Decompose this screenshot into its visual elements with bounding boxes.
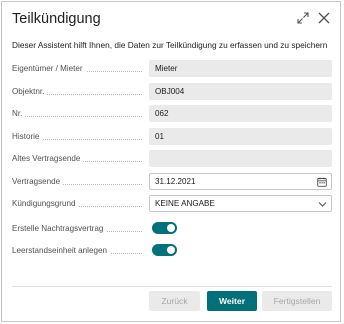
field-label: Vertragsende (12, 176, 147, 186)
back-button[interactable]: Zurück (149, 291, 200, 311)
finish-button[interactable]: Fertigstellen (262, 291, 332, 311)
kuendigungsgrund-value: KEINE ANGABE (155, 199, 215, 208)
expand-icon[interactable] (296, 11, 310, 25)
altes-vertragsende-field (149, 150, 332, 167)
field-label: Altes Vertragsende (12, 154, 147, 163)
toggle-label: Leerstandseinheit anlegen (12, 246, 147, 255)
toggle-knob (167, 224, 175, 232)
field-label: Nr. (12, 109, 147, 118)
dialog-title: Teilkündigung (12, 11, 101, 27)
toggle-row-leerstandseinheit: Leerstandseinheit anlegen (2, 242, 340, 260)
nr-field: 062 (149, 105, 332, 122)
dialog-description: Dieser Assistent hilft Ihnen, die Daten … (12, 40, 328, 50)
field-label: Historie (12, 131, 147, 141)
objektnr-field: OBJ004 (149, 82, 332, 100)
nachtragsvertrag-toggle[interactable] (152, 222, 177, 234)
field-row-historie: Historie 01 (2, 127, 340, 146)
vertragsende-input[interactable]: 31.12.2021 (149, 172, 332, 190)
footer-divider (12, 286, 332, 287)
toggle-row-nachtragsvertrag: Erstelle Nachtragsvertrag (2, 220, 340, 238)
leerstandseinheit-toggle[interactable] (152, 244, 177, 256)
field-row-eigentuemer-mieter: Eigentümer / Mieter Mieter (2, 60, 340, 78)
historie-field: 01 (149, 127, 332, 145)
dialog-header: Teilkündigung (2, 2, 340, 34)
field-row-objektnr: Objektnr. OBJ004 (2, 82, 340, 101)
field-row-nr: Nr. 062 (2, 105, 340, 123)
toggle-label: Erstelle Nachtragsvertrag (12, 224, 147, 233)
eigentuemer-mieter-field: Mieter (149, 60, 332, 77)
dialog: Teilkündigung Dieser Assistent hilft Ihn… (1, 1, 341, 322)
field-row-altes-vertragsende: Altes Vertragsende (2, 150, 340, 168)
field-label: Kündigungsgrund (12, 199, 147, 208)
next-button[interactable]: Weiter (207, 291, 257, 311)
toggle-knob (167, 246, 175, 254)
close-icon[interactable] (317, 11, 331, 25)
field-row-kuendigungsgrund: Kündigungsgrund KEINE ANGABE (2, 195, 340, 213)
kuendigungsgrund-select[interactable]: KEINE ANGABE (149, 195, 332, 212)
vertragsende-value: 31.12.2021 (155, 176, 196, 186)
field-row-vertragsende: Vertragsende 31.12.2021 (2, 172, 340, 191)
field-label: Objektnr. (12, 86, 147, 96)
field-label: Eigentümer / Mieter (12, 64, 147, 73)
dialog-footer: Zurück Weiter Fertigstellen (2, 291, 340, 312)
chevron-down-icon[interactable] (318, 200, 327, 208)
calendar-icon[interactable] (317, 177, 327, 187)
